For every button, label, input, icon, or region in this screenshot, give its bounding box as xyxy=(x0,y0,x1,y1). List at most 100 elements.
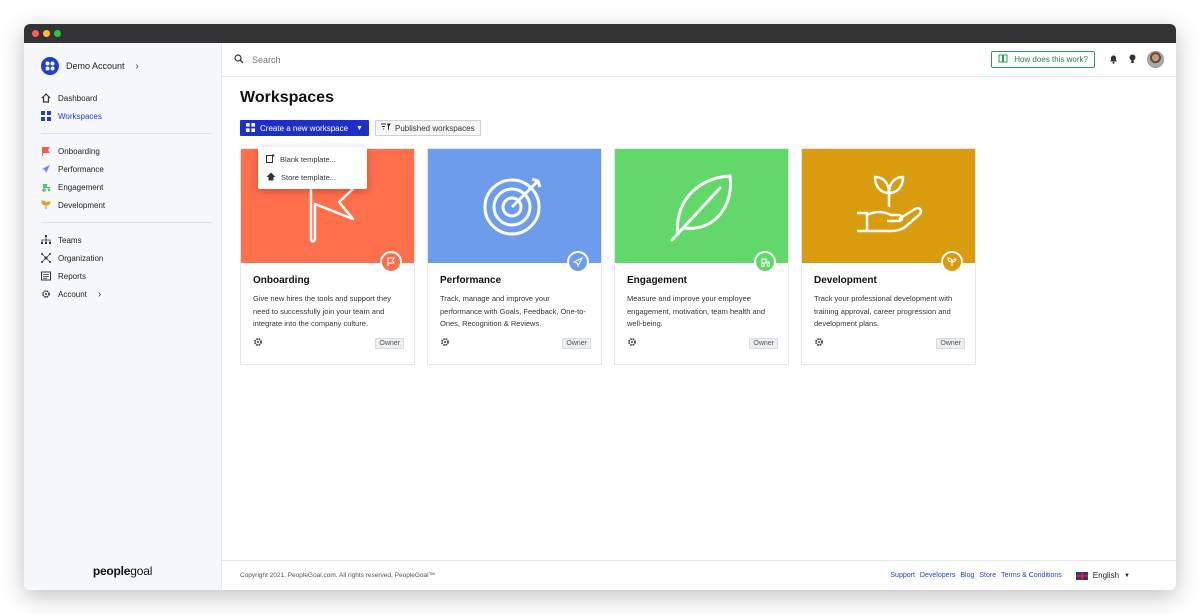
sidebar-item-label: Performance xyxy=(58,164,104,174)
create-workspace-dropdown: Blank template... Store template... xyxy=(258,147,367,189)
grid-icon xyxy=(41,111,51,121)
window-titlebar xyxy=(24,24,1176,43)
how-label: How does this work? xyxy=(1014,55,1088,64)
tractor-icon xyxy=(41,182,51,192)
app-window: Demo Account › Dashboard Workspaces Onbo… xyxy=(24,24,1176,590)
caret-down-icon: ▼ xyxy=(1124,572,1130,579)
account-switcher[interactable]: Demo Account › xyxy=(24,43,221,89)
search-icon xyxy=(234,51,244,69)
gear-icon[interactable] xyxy=(814,334,824,352)
footer-link-blog[interactable]: Blog xyxy=(960,572,974,579)
page-title: Workspaces xyxy=(240,89,334,106)
card-title: Performance xyxy=(440,275,502,286)
footer-link-developers[interactable]: Developers xyxy=(920,572,955,579)
sidebar-item-dashboard[interactable]: Dashboard xyxy=(41,89,221,107)
page-footer: Copyright 2021, PeopleGoal.com. All righ… xyxy=(222,560,1176,590)
sprout-icon xyxy=(41,200,51,210)
filter-list-icon xyxy=(380,123,391,133)
card-hero xyxy=(615,149,788,273)
sidebar-item-development[interactable]: Development xyxy=(41,196,221,214)
main-area: How does this work? Workspaces xyxy=(222,43,1176,590)
sidebar-item-label: Onboarding xyxy=(58,146,100,156)
caret-down-icon: ▼ xyxy=(356,124,363,132)
sidebar: Demo Account › Dashboard Workspaces Onbo… xyxy=(24,43,222,590)
menu-item-label: Store template... xyxy=(281,172,337,182)
sidebar-divider xyxy=(41,222,212,223)
footer-link-terms[interactable]: Terms & Conditions xyxy=(1001,572,1062,579)
grid-icon xyxy=(246,122,255,134)
paper-plane-icon xyxy=(41,164,51,174)
card-title: Engagement xyxy=(627,275,688,286)
search-input[interactable] xyxy=(252,54,452,65)
footer-link-support[interactable]: Support xyxy=(890,572,915,579)
gear-icon xyxy=(41,289,51,299)
network-icon xyxy=(41,253,51,263)
owner-badge: Owner xyxy=(936,337,965,349)
workspace-card-performance[interactable]: Performance Track, manage and improve yo… xyxy=(427,148,602,365)
sidebar-item-label: Workspaces xyxy=(58,111,102,121)
leaf-icon xyxy=(664,166,740,247)
hand-plant-icon xyxy=(853,173,925,240)
gear-icon[interactable] xyxy=(440,334,450,352)
menu-item-blank-template[interactable]: Blank template... xyxy=(258,150,367,168)
book-icon xyxy=(998,54,1008,65)
bell-icon[interactable] xyxy=(1109,51,1118,69)
target-icon xyxy=(480,169,550,244)
close-window-dot[interactable] xyxy=(32,30,39,37)
sidebar-item-label: Development xyxy=(58,200,106,210)
card-title: Onboarding xyxy=(253,275,310,286)
gear-icon[interactable] xyxy=(253,334,263,352)
brand-logo: peoplegoal xyxy=(92,564,153,578)
card-description: Give new hires the tools and support the… xyxy=(253,294,391,328)
card-title: Development xyxy=(814,275,877,286)
create-workspace-button[interactable]: Create a new workspace ▼ xyxy=(240,120,369,136)
sidebar-item-organization[interactable]: Organization xyxy=(41,249,221,267)
copyright-text: Copyright 2021, PeopleGoal.com. All righ… xyxy=(240,572,436,579)
card-description: Track your professional development with… xyxy=(814,294,953,328)
new-document-icon xyxy=(266,153,275,165)
sidebar-item-label: Reports xyxy=(58,271,87,281)
chevron-right-icon: › xyxy=(135,60,139,72)
paper-plane-icon xyxy=(567,251,589,273)
maximize-window-dot[interactable] xyxy=(54,30,61,37)
create-workspace-label: Create a new workspace xyxy=(260,123,349,133)
flag-icon xyxy=(41,146,51,156)
sidebar-item-account[interactable]: Account › xyxy=(41,285,221,303)
workspace-card-development[interactable]: Development Track your professional deve… xyxy=(801,148,976,365)
sidebar-item-teams[interactable]: Teams xyxy=(41,231,221,249)
menu-item-store-template[interactable]: Store template... xyxy=(258,168,367,186)
search-bar[interactable] xyxy=(234,51,991,69)
sidebar-item-performance[interactable]: Performance xyxy=(41,160,221,178)
chevron-right-icon: › xyxy=(97,288,102,300)
flag-icon xyxy=(380,251,402,273)
published-workspaces-button[interactable]: Published workspaces xyxy=(374,120,481,136)
account-logo-icon xyxy=(41,57,59,75)
home-icon xyxy=(41,93,51,103)
sidebar-item-workspaces[interactable]: Workspaces xyxy=(41,107,221,125)
gear-icon[interactable] xyxy=(627,334,637,352)
uk-flag-icon xyxy=(1075,571,1088,580)
footer-link-store[interactable]: Store xyxy=(979,572,996,579)
sidebar-item-label: Teams xyxy=(58,235,82,245)
workspace-card-engagement[interactable]: Engagement Measure and improve your empl… xyxy=(614,148,789,365)
how-does-this-work-button[interactable]: How does this work? xyxy=(991,51,1095,68)
report-icon xyxy=(41,271,51,281)
published-workspaces-label: Published workspaces xyxy=(394,123,475,133)
language-selector[interactable]: English ▼ xyxy=(1075,571,1130,580)
top-bar: How does this work? xyxy=(222,43,1176,77)
lightbulb-icon[interactable] xyxy=(1129,51,1136,69)
sidebar-item-reports[interactable]: Reports xyxy=(41,267,221,285)
cloud-store-icon xyxy=(266,172,276,183)
sidebar-item-onboarding[interactable]: Onboarding xyxy=(41,142,221,160)
language-label: English xyxy=(1092,571,1120,580)
org-chart-icon xyxy=(41,235,51,245)
card-description: Measure and improve your employee engage… xyxy=(627,294,766,328)
card-description: Track, manage and improve your performan… xyxy=(440,294,586,328)
account-name: Demo Account xyxy=(66,61,125,71)
sidebar-item-engagement[interactable]: Engagement xyxy=(41,178,221,196)
user-avatar[interactable] xyxy=(1147,51,1164,68)
sidebar-item-label: Engagement xyxy=(58,182,104,192)
minimize-window-dot[interactable] xyxy=(43,30,50,37)
owner-badge: Owner xyxy=(562,337,591,349)
sprout-icon xyxy=(941,251,963,273)
